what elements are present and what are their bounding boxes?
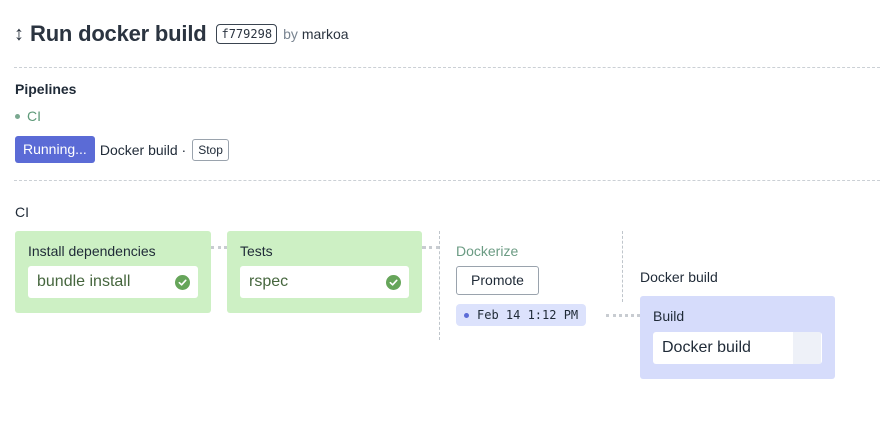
- block-title: Build: [653, 308, 685, 324]
- pipeline-status-row: Running... Docker build · Stop: [15, 136, 229, 163]
- commit-sha-link[interactable]: f779298: [216, 24, 278, 44]
- promoted-pipeline-label: Docker build: [640, 269, 718, 285]
- block-tests: Tests rspec: [227, 231, 422, 313]
- promotion-timestamp: Feb 14 1:12 PM: [477, 308, 579, 322]
- block-build: Build Docker build: [640, 296, 835, 379]
- by-label: by: [283, 26, 298, 42]
- page-header: ↕ Run docker build f779298 by markoa: [14, 20, 349, 48]
- section-divider: [14, 180, 880, 181]
- job-name: bundle install: [37, 273, 131, 290]
- check-circle-icon: [175, 274, 190, 290]
- promotion-divider-left: [439, 231, 440, 340]
- pipeline-item-label: CI: [27, 108, 41, 124]
- running-pipeline-text: Docker build ·: [99, 141, 187, 158]
- promotion-history-item[interactable]: Feb 14 1:12 PM: [456, 304, 587, 326]
- author-name: markoa: [301, 26, 349, 42]
- pipelines-heading: Pipelines: [15, 81, 77, 97]
- pipeline-item-ci[interactable]: CI: [15, 108, 41, 124]
- promote-button[interactable]: Promote: [456, 266, 539, 295]
- promotion-title: Dockerize: [456, 243, 519, 259]
- job-name: rspec: [249, 273, 289, 290]
- check-circle-icon: [386, 274, 401, 290]
- promotion-connector: [606, 314, 640, 317]
- running-status-badge: Running...: [15, 136, 95, 163]
- page-title: Run docker build: [30, 21, 207, 46]
- block-connector: [422, 246, 440, 249]
- job-rspec[interactable]: rspec: [240, 266, 409, 298]
- workflow-label: CI: [15, 204, 29, 220]
- arrows-vertical-icon: ↕: [14, 23, 24, 45]
- job-name: Docker build: [662, 339, 751, 356]
- block-connector: [211, 246, 227, 249]
- job-bundle-install[interactable]: bundle install: [28, 266, 198, 298]
- block-title: Tests: [240, 243, 273, 259]
- header-divider: [14, 67, 880, 68]
- block-install-dependencies: Install dependencies bundle install: [15, 231, 211, 313]
- bullet-dot-icon: [15, 113, 20, 119]
- promotion-divider-right: [622, 231, 623, 302]
- job-docker-build[interactable]: Docker build: [653, 332, 822, 364]
- running-dot-icon: [464, 312, 469, 318]
- block-title: Install dependencies: [28, 243, 156, 259]
- stop-button[interactable]: Stop: [192, 138, 229, 161]
